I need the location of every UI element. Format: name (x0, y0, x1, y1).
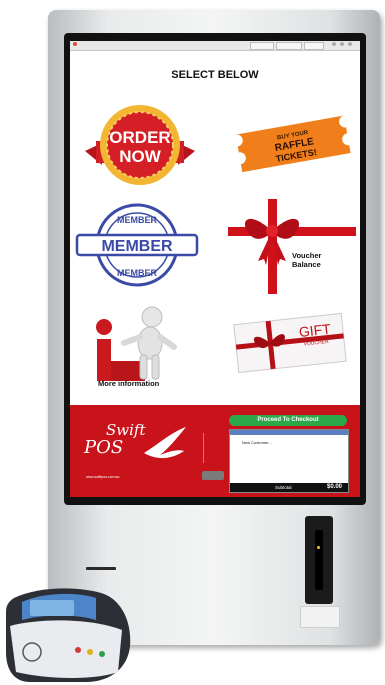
swift-bird-icon (144, 427, 186, 459)
titlebar-button-2[interactable] (276, 42, 302, 50)
raffle-tile[interactable]: BUY YOUR RAFFLE TICKETS! (230, 111, 355, 176)
member-top-text: MEMBER (117, 215, 157, 225)
member-tile[interactable]: MEMBER MEMBER MEMBER (75, 201, 200, 296)
titlebar-button-1[interactable] (250, 42, 274, 50)
brand-url: www.swiftpos.com.au (86, 475, 120, 479)
brand-name-bottom: POS (84, 437, 124, 458)
order-now-tile[interactable]: ORDER NOW (80, 99, 200, 189)
voucher-label-line2: Balance (292, 260, 321, 269)
card-reader-icon[interactable] (305, 516, 333, 604)
more-information-tile[interactable]: More information (90, 303, 205, 395)
info-figure-icon (96, 306, 177, 381)
member-main-text: MEMBER (101, 238, 173, 255)
receipt-printer-slot (86, 567, 116, 570)
order-summary-footer: Subtotal $0.00 (230, 483, 348, 492)
voucher-balance-tile[interactable]: Voucher Balance (228, 199, 356, 294)
gift-main-text: GIFT (298, 321, 332, 340)
voucher-label-line1: Voucher (292, 251, 322, 260)
subtotal-label: Subtotal (275, 485, 292, 490)
order-summary-header (230, 430, 348, 435)
gift-voucher-tile[interactable]: GIFT VOUCHER (230, 311, 350, 376)
ribbon-bow-icon (228, 199, 356, 294)
window-close-icon[interactable] (348, 42, 352, 46)
member-bottom-text: MEMBER (117, 268, 157, 278)
window-titlebar (70, 41, 360, 51)
gift-voucher-icon: GIFT VOUCHER (233, 312, 347, 374)
maximize-icon[interactable] (340, 42, 344, 46)
options-button[interactable] (202, 471, 224, 480)
proceed-to-checkout-button[interactable]: Proceed To Checkout (229, 415, 347, 426)
summary-lines (203, 433, 228, 463)
customer-label[interactable]: New Customer... (242, 440, 272, 445)
minimize-icon[interactable] (332, 42, 336, 46)
order-summary: New Customer... Subtotal $0.00 (229, 429, 349, 493)
member-stamp-icon: MEMBER MEMBER MEMBER (75, 203, 199, 287)
page-title: SELECT BELOW (171, 69, 259, 81)
eftpos-terminal-icon[interactable] (0, 582, 140, 685)
kiosk-screen: SELECT BELOW ORDER NOW BUY YOUR RAFFLE T… (70, 41, 360, 497)
order-now-line2: NOW (119, 147, 162, 166)
close-icon[interactable] (73, 42, 77, 46)
titlebar-button-3[interactable] (304, 42, 324, 50)
order-now-line1: ORDER (109, 128, 170, 147)
card-reader-base (300, 606, 340, 628)
pizza-order-badge-icon: ORDER NOW (85, 105, 195, 185)
swiftpos-logo: Swift POS (84, 421, 146, 458)
raffle-ticket-icon: BUY YOUR RAFFLE TICKETS! (235, 115, 351, 173)
more-information-label: More information (98, 379, 160, 388)
total-amount: $0.00 (326, 484, 342, 490)
